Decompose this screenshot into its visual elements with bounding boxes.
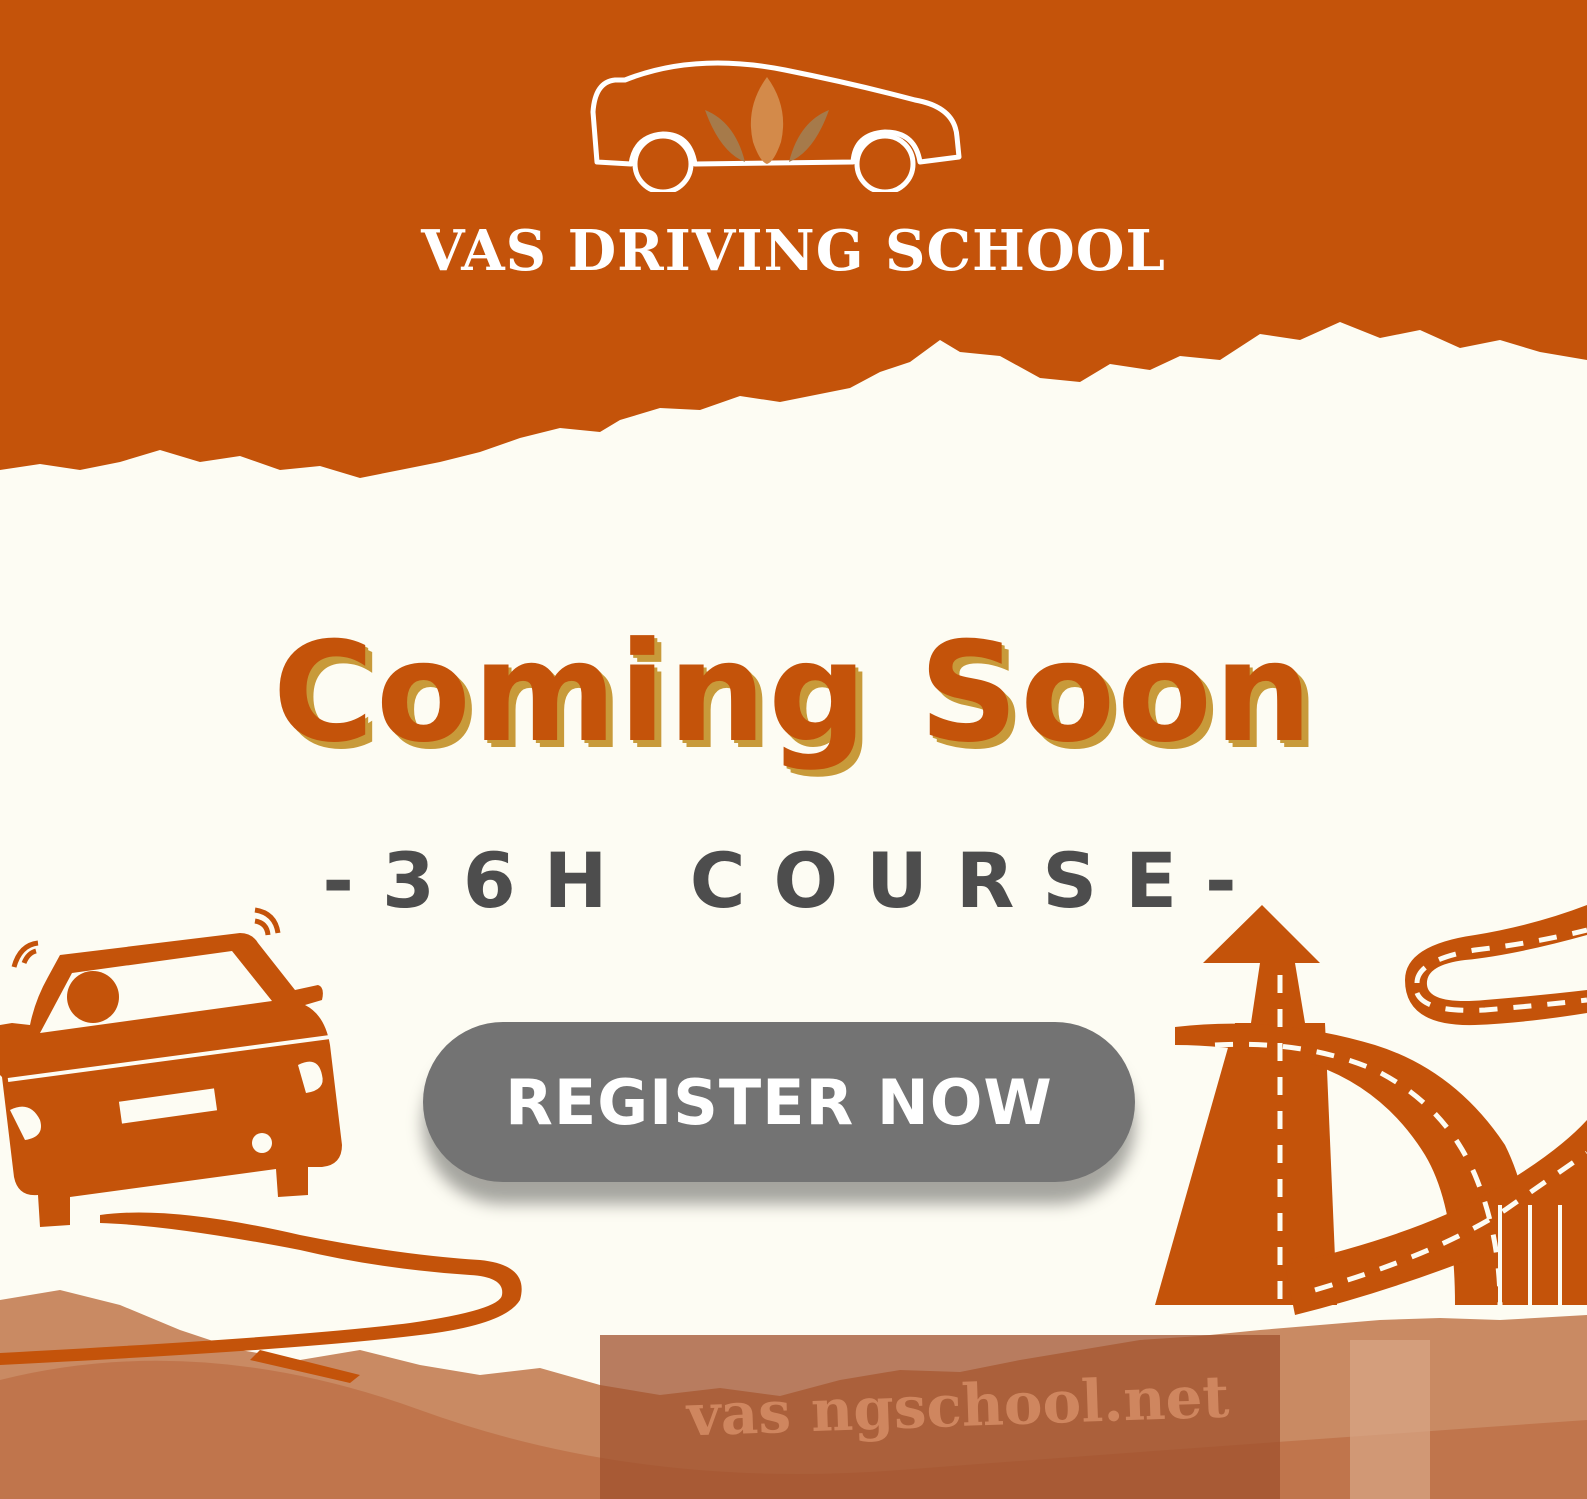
headline: Coming Soon — [272, 612, 1315, 773]
car-driving-icon — [0, 907, 522, 1383]
brand-name: VAS DRIVING SCHOOL — [421, 218, 1166, 284]
flame-icon — [705, 77, 829, 164]
highway-roads-icon — [1155, 905, 1587, 1315]
winding-road-icon — [0, 1212, 522, 1365]
logo-car-icon — [590, 60, 962, 192]
